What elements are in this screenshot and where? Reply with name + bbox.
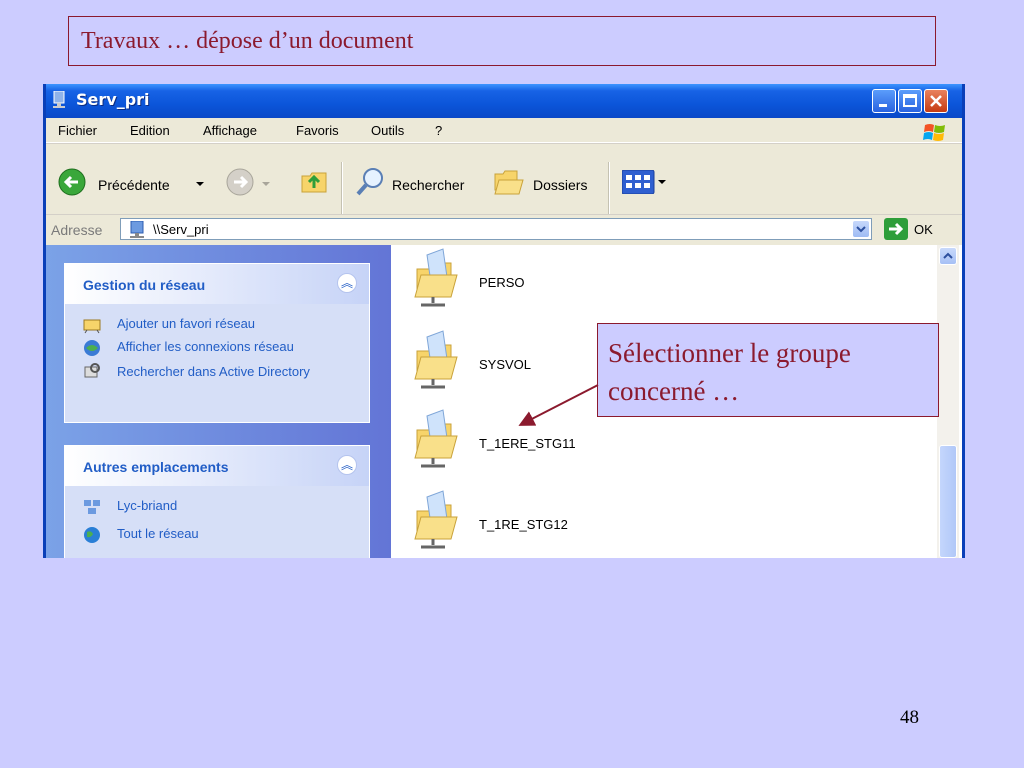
- page-number: 48: [900, 707, 919, 728]
- callout-arrow: [518, 384, 599, 426]
